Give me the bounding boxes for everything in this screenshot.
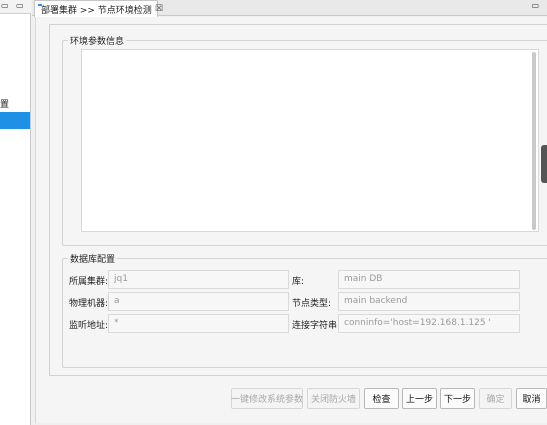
node-type-label: 节点类型: <box>292 299 332 309</box>
restore-icon[interactable]: ▭ <box>16 1 24 11</box>
left-pane: ▭ ▭ 置 <box>0 0 31 425</box>
tab-node-env-check[interactable]: 部署集群 >> 节点环境检测 ☒ <box>34 0 163 17</box>
next-button[interactable]: 下一步 <box>440 388 475 409</box>
tree-item-label[interactable]: 置 <box>0 97 9 110</box>
modify-system-params-button[interactable]: 一键修改系统参数 <box>231 388 303 409</box>
cluster-field[interactable]: jq1 <box>108 270 289 289</box>
env-params-group: 环境参数信息 <box>62 34 547 246</box>
close-firewall-button[interactable]: 关闭防火墙 <box>307 388 360 409</box>
env-params-title: 环境参数信息 <box>68 34 127 47</box>
tab-title: 部署集群 >> 节点环境检测 <box>41 5 152 16</box>
machine-field[interactable]: a <box>108 292 289 311</box>
minimize-icon[interactable]: ▭ <box>1 1 9 11</box>
scrollbar[interactable] <box>532 52 536 230</box>
node-type-field[interactable]: main backend <box>338 292 520 311</box>
conn-string-label: 连接字符串: <box>292 321 341 331</box>
maximize-icon[interactable]: ▭ <box>531 1 539 10</box>
listen-address-field[interactable]: * <box>108 314 289 333</box>
db-config-group: 数据库配置 所属集群: jq1 库: main DB 物理机器: a 节点类型:… <box>62 252 547 368</box>
main-content: 环境参数信息 数据库配置 所属集群: jq1 库: main DB 物理机器: … <box>35 17 547 423</box>
close-icon[interactable]: ☒ <box>155 4 163 14</box>
machine-label: 物理机器: <box>69 299 109 309</box>
left-pane-header: ▭ ▭ <box>0 0 31 14</box>
confirm-button[interactable]: 确定 <box>479 388 512 409</box>
conn-string-field[interactable]: conninfo='host=192.168.1.125 ' <box>338 314 520 333</box>
prev-button[interactable]: 上一步 <box>402 388 437 409</box>
check-button[interactable]: 检查 <box>364 388 399 409</box>
db-config-title: 数据库配置 <box>68 252 118 265</box>
cancel-button[interactable]: 取消 <box>516 388 547 409</box>
editor-tab-bar: 部署集群 >> 节点环境检测 ☒ ▭ <box>32 0 547 17</box>
env-params-textarea[interactable] <box>81 49 539 232</box>
listen-address-label: 监听地址: <box>69 321 109 331</box>
cluster-label: 所属集群: <box>69 277 109 287</box>
side-handle[interactable] <box>541 145 547 183</box>
tree-item-selected[interactable] <box>0 112 30 129</box>
wizard-panel: 环境参数信息 数据库配置 所属集群: jq1 库: main DB 物理机器: … <box>49 24 547 376</box>
library-field[interactable]: main DB <box>338 270 520 289</box>
library-label: 库: <box>292 277 305 287</box>
